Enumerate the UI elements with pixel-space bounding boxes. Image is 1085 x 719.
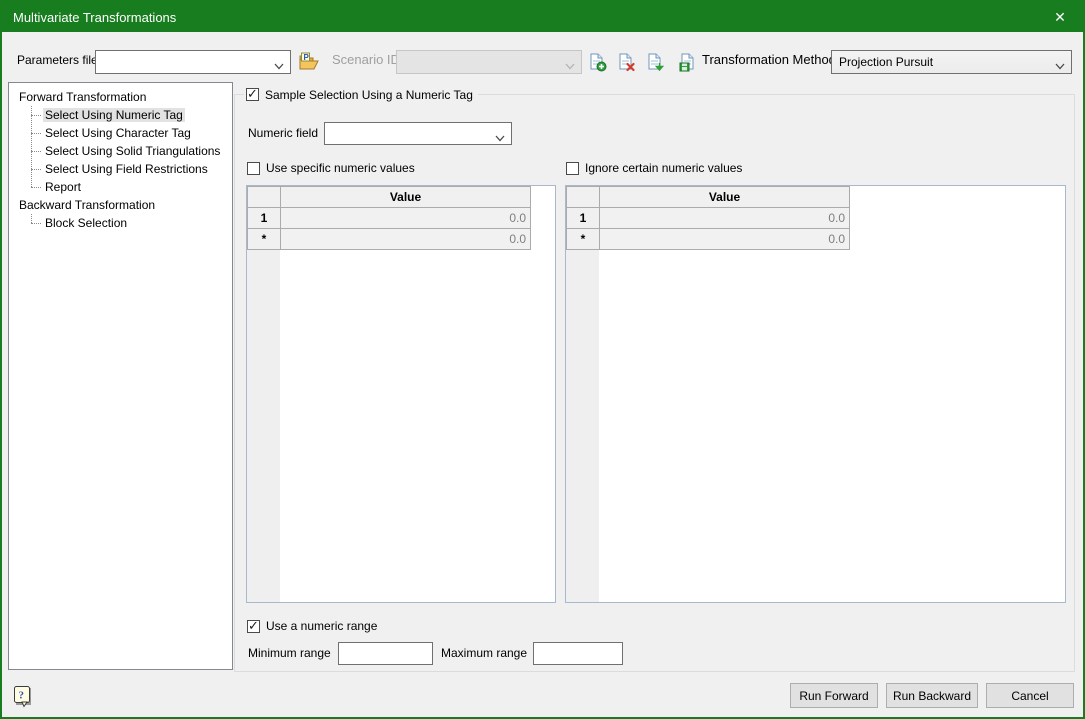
doc-save-icon — [679, 53, 697, 72]
row-header[interactable]: 1 — [567, 208, 600, 229]
import-scenario-button[interactable] — [647, 53, 667, 73]
tree-item-select-using-character-tag[interactable]: Select Using Character Tag — [43, 124, 232, 142]
tree-item-select-using-numeric-tag[interactable]: Select Using Numeric Tag — [43, 106, 232, 124]
row-header[interactable]: 1 — [248, 208, 281, 229]
maximum-range-label: Maximum range — [441, 641, 527, 665]
transformation-method-combobox[interactable]: Projection Pursuit — [831, 50, 1072, 74]
transformation-method-value: Projection Pursuit — [839, 55, 933, 69]
table-corner-cell[interactable] — [567, 187, 600, 208]
ignore-values-checkbox[interactable] — [566, 162, 579, 175]
open-folder-icon: P — [298, 52, 319, 72]
help-icon: ? — [12, 685, 34, 709]
maximum-range-input[interactable] — [533, 642, 623, 665]
scenario-id-label: Scenario ID — [332, 48, 400, 72]
svg-text:?: ? — [19, 690, 25, 702]
svg-text:P: P — [304, 53, 310, 62]
tree-group-backward-transformation[interactable]: Backward Transformation — [17, 196, 232, 214]
ignore-values-panel[interactable]: Value 1 0.0 * 0.0 — [565, 185, 1066, 603]
sample-selection-checkbox[interactable] — [246, 88, 259, 101]
chevron-down-icon — [1055, 59, 1065, 73]
add-scenario-button[interactable] — [589, 53, 609, 73]
use-specific-values-label: Use specific numeric values — [266, 161, 415, 175]
run-backward-button[interactable]: Run Backward — [886, 683, 978, 708]
tree-item-select-using-field-restrictions[interactable]: Select Using Field Restrictions — [43, 160, 232, 178]
transformation-method-label: Transformation Method — [702, 48, 836, 72]
tree-children: Select Using Numeric Tag Select Using Ch… — [17, 106, 232, 196]
sample-selection-label: Sample Selection Using a Numeric Tag — [265, 88, 473, 102]
use-numeric-range-row: Use a numeric range — [247, 619, 377, 633]
run-forward-button[interactable]: Run Forward — [790, 683, 878, 708]
window-title: Multivariate Transformations — [13, 10, 176, 25]
specific-values-panel[interactable]: Value 1 0.0 * 0.0 — [246, 185, 556, 603]
ignore-values-label: Ignore certain numeric values — [585, 161, 742, 175]
parameters-file-label: Parameters file — [17, 48, 98, 72]
tree-item-report[interactable]: Report — [43, 178, 232, 196]
tree-children: Block Selection — [17, 214, 232, 232]
doc-add-icon — [589, 53, 607, 72]
value-cell[interactable]: 0.0 — [281, 208, 531, 229]
chevron-down-icon — [495, 131, 505, 145]
tree-group-forward-transformation[interactable]: Forward Transformation — [17, 88, 232, 106]
sample-selection-groupbox: Sample Selection Using a Numeric Tag Num… — [234, 94, 1075, 672]
tree-item-block-selection[interactable]: Block Selection — [43, 214, 232, 232]
doc-import-icon — [647, 53, 665, 72]
close-button[interactable]: ✕ — [1037, 2, 1083, 32]
ignore-values-table: Value 1 0.0 * 0.0 — [566, 186, 850, 250]
multivariate-transformations-dialog: Multivariate Transformations ✕ Parameter… — [0, 0, 1085, 719]
save-scenario-button[interactable] — [679, 53, 699, 73]
chevron-down-icon — [274, 59, 284, 73]
minimum-range-label: Minimum range — [248, 641, 331, 665]
delete-scenario-button[interactable] — [618, 53, 638, 73]
minimum-range-input[interactable] — [338, 642, 433, 665]
help-button[interactable]: ? — [12, 685, 32, 705]
chevron-down-icon — [565, 59, 575, 73]
value-cell[interactable]: 0.0 — [600, 229, 850, 250]
value-column-header[interactable]: Value — [600, 187, 850, 208]
table-corner-cell[interactable] — [248, 187, 281, 208]
tree-item-select-using-solid-triangulations[interactable]: Select Using Solid Triangulations — [43, 142, 232, 160]
numeric-field-combobox[interactable] — [324, 122, 512, 145]
row-header[interactable]: * — [248, 229, 281, 250]
open-parameters-file-button[interactable]: P — [298, 52, 318, 72]
numeric-field-label: Numeric field — [248, 121, 318, 145]
use-numeric-range-checkbox[interactable] — [247, 620, 260, 633]
parameters-file-combobox[interactable] — [95, 50, 291, 74]
ignore-values-row: Ignore certain numeric values — [566, 161, 742, 175]
use-specific-values-checkbox[interactable] — [247, 162, 260, 175]
use-numeric-range-label: Use a numeric range — [266, 619, 377, 633]
value-cell[interactable]: 0.0 — [600, 208, 850, 229]
navigation-tree: Forward Transformation Select Using Nume… — [8, 82, 233, 670]
sample-selection-legend: Sample Selection Using a Numeric Tag — [244, 86, 478, 103]
scenario-id-combobox — [396, 50, 582, 74]
close-icon: ✕ — [1054, 9, 1066, 26]
row-header[interactable]: * — [567, 229, 600, 250]
value-column-header[interactable]: Value — [281, 187, 531, 208]
cancel-button[interactable]: Cancel — [986, 683, 1074, 708]
doc-delete-icon — [618, 53, 636, 72]
value-cell[interactable]: 0.0 — [281, 229, 531, 250]
use-specific-values-row: Use specific numeric values — [247, 161, 415, 175]
title-bar: Multivariate Transformations ✕ — [2, 2, 1083, 32]
specific-values-table: Value 1 0.0 * 0.0 — [247, 186, 531, 250]
